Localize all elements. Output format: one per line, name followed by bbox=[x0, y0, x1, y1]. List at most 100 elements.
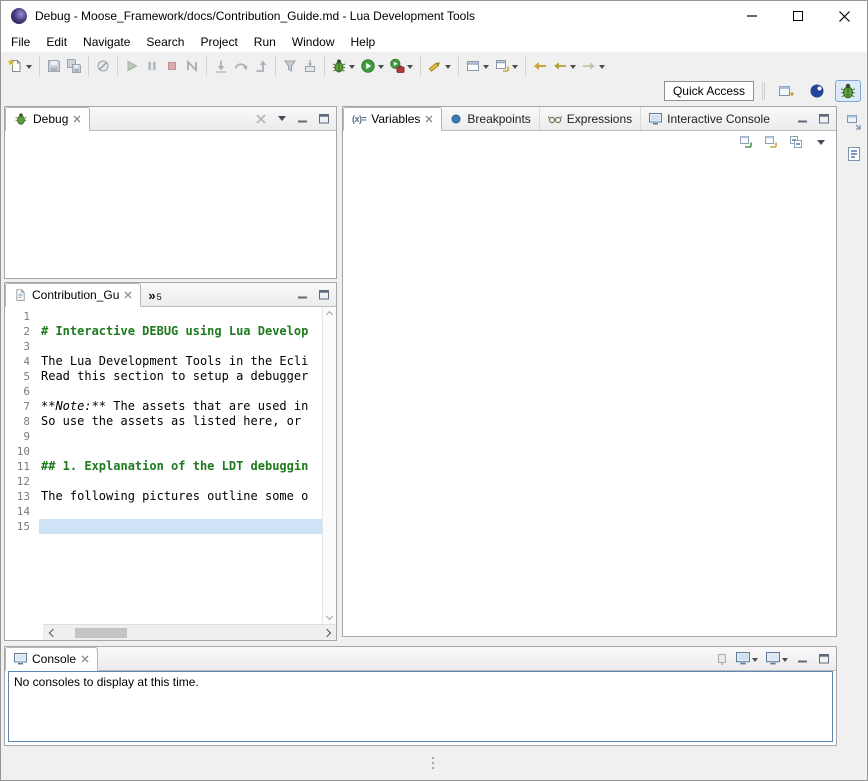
terminate-button[interactable] bbox=[162, 54, 182, 78]
app-icon[interactable] bbox=[11, 8, 27, 24]
editor-line[interactable]: 4The Lua Development Tools in the Ecli bbox=[5, 354, 322, 369]
menu-run[interactable]: Run bbox=[246, 32, 284, 52]
new-wizard-dropdown-icon[interactable] bbox=[483, 65, 489, 69]
open-console-button[interactable] bbox=[763, 649, 791, 668]
new-dropdown-icon[interactable] bbox=[26, 65, 32, 69]
maximize-view-button[interactable] bbox=[814, 649, 833, 668]
display-selected-console-button[interactable] bbox=[733, 649, 761, 668]
scroll-left-button[interactable] bbox=[43, 625, 59, 641]
highlight-dropdown-icon[interactable] bbox=[445, 65, 451, 69]
maximize-view-button[interactable] bbox=[814, 109, 833, 128]
open-element-button[interactable] bbox=[492, 54, 521, 78]
suspend-button[interactable] bbox=[142, 54, 162, 78]
minimize-view-button[interactable] bbox=[293, 285, 312, 304]
last-edit-location-button[interactable] bbox=[530, 54, 550, 78]
disconnect-button[interactable] bbox=[182, 54, 202, 78]
minimize-view-button[interactable] bbox=[793, 649, 812, 668]
editor-line[interactable]: 12 bbox=[5, 474, 322, 489]
editor-line[interactable]: 3 bbox=[5, 339, 322, 354]
editor-line[interactable]: 11## 1. Explanation of the LDT debuggin bbox=[5, 459, 322, 474]
minimize-button[interactable] bbox=[729, 1, 775, 31]
run-button[interactable] bbox=[358, 54, 387, 78]
tab-close-icon[interactable] bbox=[425, 115, 433, 123]
skip-all-breakpoints-button[interactable] bbox=[93, 54, 113, 78]
editor-horizontal-scrollbar[interactable] bbox=[43, 624, 336, 640]
tab-close-icon[interactable] bbox=[124, 291, 132, 299]
tab-interactive-console[interactable]: Interactive Console bbox=[640, 107, 778, 130]
scroll-up-icon[interactable] bbox=[326, 311, 333, 318]
tab-debug[interactable]: Debug bbox=[5, 107, 90, 131]
view-menu-button[interactable] bbox=[272, 109, 291, 128]
step-return-button[interactable] bbox=[251, 54, 271, 78]
lua-perspective-button[interactable] bbox=[804, 80, 830, 102]
remove-terminated-button[interactable] bbox=[251, 109, 270, 128]
scrollbar-track[interactable] bbox=[59, 625, 320, 641]
menu-project[interactable]: Project bbox=[192, 32, 245, 52]
save-all-button[interactable] bbox=[64, 54, 84, 78]
menu-window[interactable]: Window bbox=[284, 32, 343, 52]
run-external-tools-button[interactable] bbox=[387, 54, 416, 78]
editor-vertical-scrollbar[interactable] bbox=[322, 307, 336, 624]
forward-dropdown-icon[interactable] bbox=[599, 65, 605, 69]
hidden-editors-chevron[interactable]: » 5 bbox=[141, 283, 168, 306]
show-columns-button[interactable] bbox=[760, 133, 781, 151]
pin-console-button[interactable] bbox=[712, 649, 731, 668]
maximize-view-button[interactable] bbox=[314, 109, 333, 128]
variables-view-menu-button[interactable] bbox=[810, 133, 831, 151]
scroll-right-button[interactable] bbox=[320, 625, 336, 641]
tab-variables[interactable]: (x)= Variables bbox=[343, 107, 442, 131]
restore-views-button[interactable] bbox=[843, 111, 865, 133]
editor-text-area[interactable]: 1 2# Interactive DEBUG using Lua Develop… bbox=[5, 307, 322, 624]
editor-current-line[interactable]: 15 bbox=[5, 519, 322, 534]
menu-search[interactable]: Search bbox=[138, 32, 192, 52]
minimize-view-button[interactable] bbox=[793, 109, 812, 128]
tab-close-icon[interactable] bbox=[73, 115, 81, 123]
display-console-dropdown-icon[interactable] bbox=[752, 658, 758, 662]
external-tools-dropdown-icon[interactable] bbox=[407, 65, 413, 69]
scroll-down-icon[interactable] bbox=[326, 613, 333, 620]
tab-close-icon[interactable] bbox=[81, 655, 89, 663]
step-into-button[interactable] bbox=[211, 54, 231, 78]
drop-to-frame-button[interactable] bbox=[300, 54, 320, 78]
debug-button[interactable] bbox=[329, 54, 358, 78]
menu-navigate[interactable]: Navigate bbox=[75, 32, 138, 52]
tab-expressions[interactable]: Expressions bbox=[539, 107, 640, 130]
editor-line[interactable]: 9 bbox=[5, 429, 322, 444]
resume-button[interactable] bbox=[122, 54, 142, 78]
use-step-filters-button[interactable] bbox=[280, 54, 300, 78]
editor-line[interactable]: 5Read this section to setup a debugger bbox=[5, 369, 322, 384]
menu-edit[interactable]: Edit bbox=[38, 32, 75, 52]
close-button[interactable] bbox=[821, 1, 867, 31]
debug-perspective-button[interactable] bbox=[835, 80, 861, 102]
editor-line[interactable]: 10 bbox=[5, 444, 322, 459]
open-element-dropdown-icon[interactable] bbox=[512, 65, 518, 69]
tab-breakpoints[interactable]: Breakpoints bbox=[442, 107, 538, 130]
back-button[interactable] bbox=[550, 54, 579, 78]
status-trim-sash[interactable] bbox=[432, 757, 434, 769]
menu-file[interactable]: File bbox=[3, 32, 38, 52]
editor-line[interactable]: 6 bbox=[5, 384, 322, 399]
editor-line[interactable]: 2# Interactive DEBUG using Lua Develop bbox=[5, 324, 322, 339]
maximize-view-button[interactable] bbox=[314, 285, 333, 304]
show-logical-structure-button[interactable] bbox=[735, 133, 756, 151]
editor-line[interactable]: 13The following pictures outline some o bbox=[5, 489, 322, 504]
forward-button[interactable] bbox=[579, 54, 608, 78]
open-console-dropdown-icon[interactable] bbox=[782, 658, 788, 662]
highlight-button[interactable] bbox=[425, 54, 454, 78]
open-perspective-button[interactable] bbox=[773, 80, 799, 102]
debug-dropdown-icon[interactable] bbox=[349, 65, 355, 69]
editor-line[interactable]: 8So use the assets as listed here, or bbox=[5, 414, 322, 429]
collapse-all-button[interactable] bbox=[785, 133, 806, 151]
menu-help[interactable]: Help bbox=[343, 32, 384, 52]
outline-view-button[interactable] bbox=[843, 143, 865, 165]
new-button[interactable] bbox=[6, 54, 35, 78]
run-dropdown-icon[interactable] bbox=[378, 65, 384, 69]
new-wizard-button[interactable] bbox=[463, 54, 492, 78]
back-dropdown-icon[interactable] bbox=[570, 65, 576, 69]
editor-line[interactable]: 1 bbox=[5, 309, 322, 324]
scrollbar-thumb[interactable] bbox=[75, 628, 127, 638]
tab-console[interactable]: Console bbox=[5, 647, 98, 671]
maximize-button[interactable] bbox=[775, 1, 821, 31]
editor-line[interactable]: 7**Note:** The assets that are used in bbox=[5, 399, 322, 414]
save-button[interactable] bbox=[44, 54, 64, 78]
